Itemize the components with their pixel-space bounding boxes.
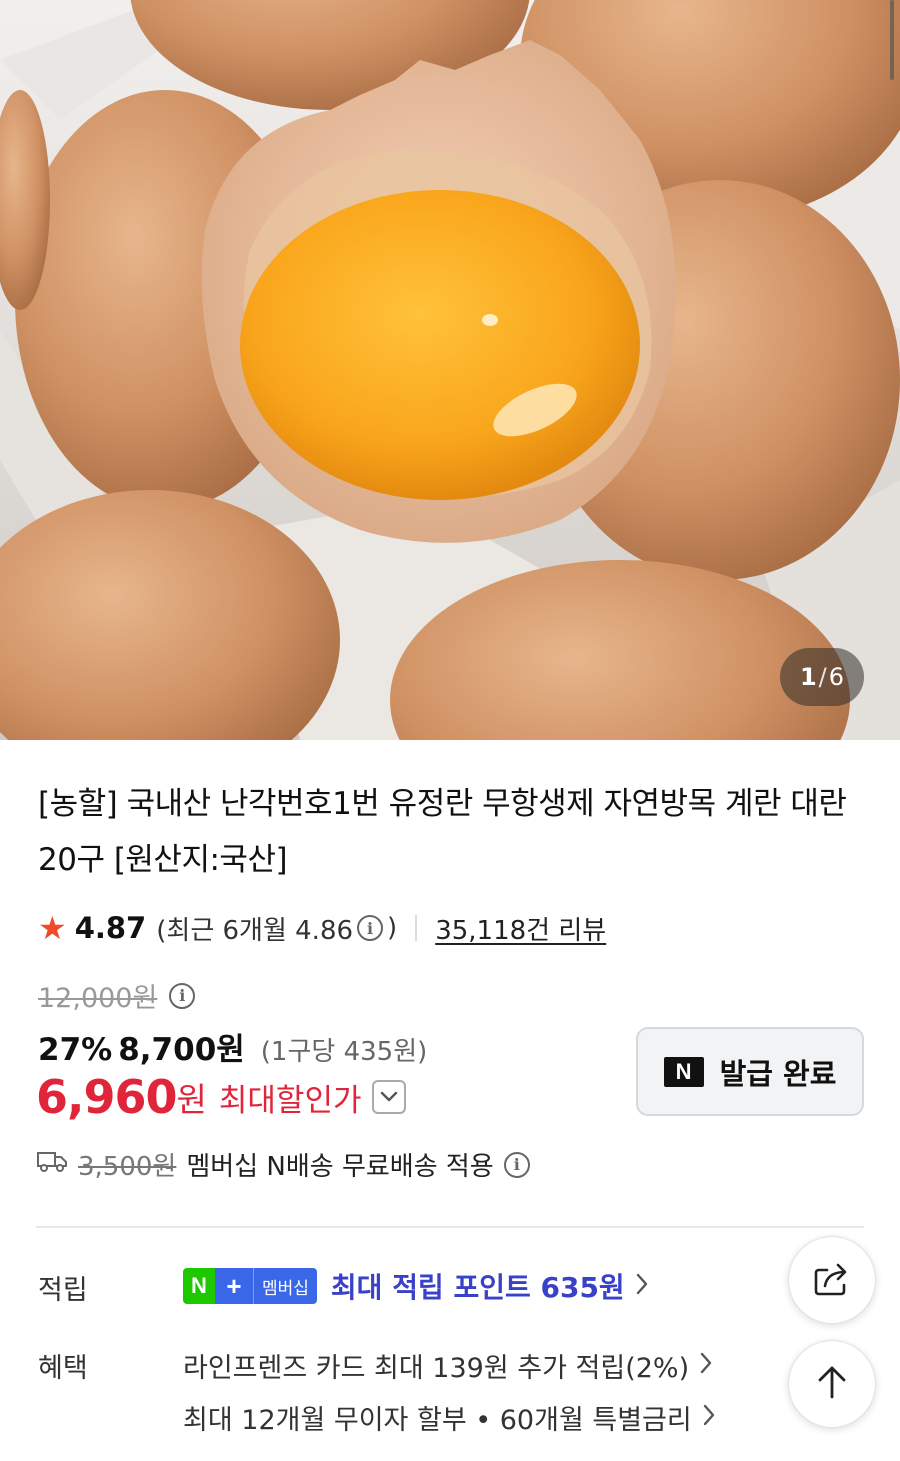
- badge-membership: 멤버십: [253, 1268, 317, 1304]
- shipping-row: 3,500원 멤버십 N배송 무료배송 적용 i: [36, 1146, 534, 1183]
- benefits-label: 혜택: [38, 1353, 88, 1384]
- info-icon[interactable]: i: [357, 915, 384, 941]
- truck-icon: [36, 1149, 68, 1180]
- current-page: 1: [799, 663, 817, 691]
- chevron-down-icon[interactable]: [371, 1080, 406, 1114]
- max-points-text: 최대 적립 포인트 635원: [330, 1271, 625, 1304]
- discounted-price: 8,700원: [118, 1032, 245, 1068]
- price-info-icon[interactable]: i: [169, 982, 196, 1009]
- recent-rating: (최근 6개월 4.86 i ): [156, 910, 397, 947]
- unit-price: (1구당 435원): [260, 1037, 428, 1067]
- benefit-item[interactable]: 라인프렌즈 카드 최대 139원 추가 적립(2%): [183, 1346, 713, 1385]
- coupon-label: 발급 완료: [719, 1056, 837, 1091]
- discount-row: 27% 8,700원 (1구당 435원): [38, 1024, 427, 1069]
- benefit-item[interactable]: 최대 12개월 무이자 할부 • 60개월 특별금리: [183, 1398, 716, 1437]
- shipping-original-fee: 3,500원: [78, 1152, 177, 1182]
- naver-n-logo-icon: N: [663, 1056, 704, 1087]
- points-label: 적립: [38, 1275, 88, 1306]
- naver-plus-membership-badge: N + 멤버십: [183, 1268, 317, 1304]
- total-pages: 6: [828, 663, 845, 691]
- chevron-right-icon: [699, 1349, 713, 1382]
- chevron-right-icon: [635, 1270, 649, 1303]
- section-divider: [36, 1226, 864, 1228]
- product-image[interactable]: 1 / 6: [0, 0, 900, 740]
- image-page-counter: 1 / 6: [780, 648, 864, 706]
- badge-n: N: [183, 1268, 215, 1304]
- discount-rate: 27%: [38, 1032, 113, 1068]
- scroll-to-top-button[interactable]: [788, 1340, 876, 1428]
- max-discount-price: 6,960: [36, 1070, 178, 1124]
- max-discount-label: 최대할인가: [218, 1082, 362, 1119]
- review-count-link[interactable]: 35,118건 리뷰: [435, 910, 606, 947]
- arrow-up-icon: [815, 1363, 849, 1405]
- rating-row: ★ 4.87 (최근 6개월 4.86 i ) 35,118건 리뷰: [38, 906, 606, 950]
- badge-plus: +: [215, 1268, 253, 1304]
- rating-score: 4.87: [74, 911, 147, 945]
- recent-rating-text: (최근 6개월 4.86: [156, 915, 354, 946]
- shipping-info-icon[interactable]: i: [503, 1151, 530, 1178]
- coupon-issued-button[interactable]: N 발급 완료: [636, 1027, 864, 1116]
- max-discount-row: 6,960 원 최대할인가: [36, 1070, 406, 1124]
- benefit-card-text: 라인프렌즈 카드 최대 139원 추가 적립(2%): [183, 1353, 690, 1384]
- share-button[interactable]: [788, 1236, 876, 1324]
- product-photo-eggs: [0, 0, 900, 740]
- scroll-indicator: [890, 0, 894, 80]
- recent-rating-close: ): [387, 913, 398, 943]
- original-price: 12,000원: [38, 983, 158, 1014]
- max-discount-currency: 원: [176, 1080, 207, 1119]
- chevron-right-icon: [702, 1401, 716, 1434]
- page-separator: /: [818, 663, 827, 691]
- original-price-row: 12,000원 i: [38, 976, 199, 1015]
- benefit-installment-text: 최대 12개월 무이자 할부 • 60개월 특별금리: [183, 1405, 692, 1436]
- product-title: [농할] 국내산 난각번호1번 유정란 무항생제 자연방목 계란 대란 20구 …: [38, 786, 847, 878]
- share-icon: [811, 1258, 853, 1302]
- shipping-description: 멤버십 N배송 무료배송 적용: [186, 1152, 494, 1182]
- divider: [415, 915, 418, 941]
- star-icon: ★: [38, 909, 67, 947]
- points-row[interactable]: N + 멤버십 최대 적립 포인트 635원: [183, 1266, 649, 1306]
